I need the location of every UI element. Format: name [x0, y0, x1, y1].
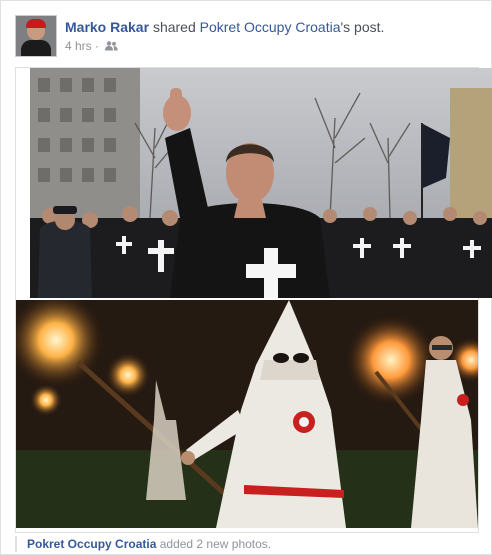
footer-text: added 2 new photos.: [159, 537, 272, 551]
action-text: shared: [152, 19, 196, 35]
post-footer: Pokret Occupy Croatia added 2 new photos…: [15, 536, 271, 552]
post-card: Marko Rakar shared Pokret Occupy Croatia…: [0, 0, 492, 555]
photo-march[interactable]: [30, 68, 492, 298]
shared-suffix: 's post.: [340, 19, 385, 35]
author-link[interactable]: Marko Rakar: [65, 19, 149, 35]
friends-icon[interactable]: [102, 39, 118, 53]
photo-grid: [15, 67, 492, 533]
photo-torches[interactable]: [16, 300, 478, 528]
timestamp[interactable]: 4 hrs: [65, 39, 92, 53]
post-meta: 4 hrs ·: [65, 39, 118, 53]
post-headline: Marko Rakar shared Pokret Occupy Croatia…: [65, 19, 384, 35]
meta-separator: ·: [94, 39, 99, 53]
shared-page-link[interactable]: Pokret Occupy Croatia: [200, 19, 341, 35]
footer-page-link[interactable]: Pokret Occupy Croatia: [27, 537, 156, 551]
avatar[interactable]: [15, 15, 57, 57]
